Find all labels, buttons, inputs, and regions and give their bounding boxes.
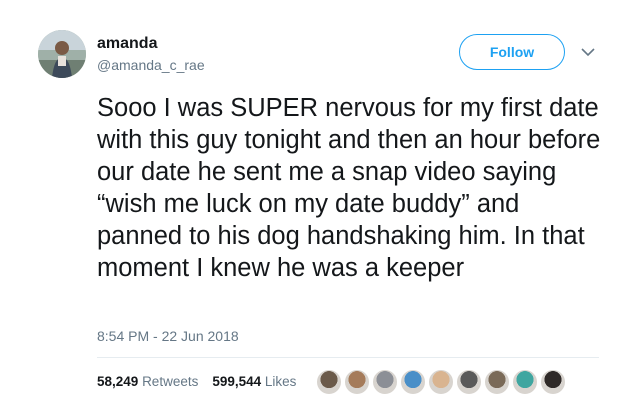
avatar-photo bbox=[38, 30, 86, 78]
tweet-card: amanda @amanda_c_rae Follow Sooo I was S… bbox=[0, 0, 636, 404]
user-handle[interactable]: @amanda_c_rae bbox=[97, 56, 205, 75]
tweet-text: Sooo I was SUPER nervous for my first da… bbox=[97, 94, 601, 282]
liker-avatar[interactable] bbox=[344, 369, 370, 395]
likes-stat[interactable]: 599,544 Likes bbox=[212, 374, 296, 389]
liker-avatars bbox=[316, 369, 568, 395]
retweets-count: 58,249 bbox=[97, 374, 139, 389]
more-options-button[interactable] bbox=[578, 42, 598, 62]
follow-button[interactable]: Follow bbox=[459, 34, 565, 70]
chevron-down-icon bbox=[581, 47, 595, 56]
likes-label: Likes bbox=[264, 374, 297, 389]
avatar[interactable] bbox=[38, 30, 86, 78]
liker-avatar[interactable] bbox=[512, 369, 538, 395]
liker-avatar[interactable] bbox=[316, 369, 342, 395]
author-info: amanda @amanda_c_rae bbox=[97, 34, 205, 75]
liker-avatar[interactable] bbox=[484, 369, 510, 395]
retweets-stat[interactable]: 58,249 Retweets bbox=[97, 374, 198, 389]
likes-count: 599,544 bbox=[212, 374, 262, 389]
retweets-label: Retweets bbox=[142, 374, 199, 389]
liker-avatar[interactable] bbox=[540, 369, 566, 395]
liker-avatar[interactable] bbox=[372, 369, 398, 395]
liker-avatar[interactable] bbox=[456, 369, 482, 395]
display-name[interactable]: amanda bbox=[97, 34, 205, 54]
liker-avatar[interactable] bbox=[428, 369, 454, 395]
tweet-timestamp[interactable]: 8:54 PM - 22 Jun 2018 bbox=[97, 328, 239, 344]
tweet-stats: 58,249 Retweets 599,544 Likes bbox=[97, 374, 296, 389]
liker-avatar[interactable] bbox=[400, 369, 426, 395]
divider bbox=[97, 357, 599, 358]
